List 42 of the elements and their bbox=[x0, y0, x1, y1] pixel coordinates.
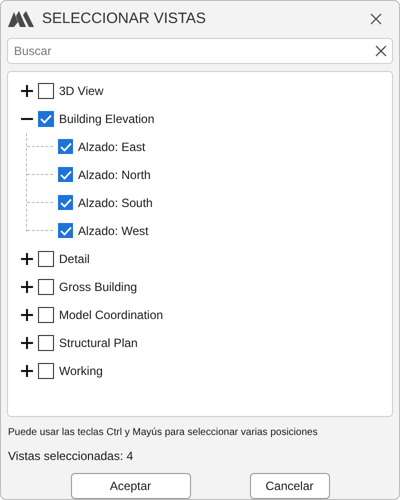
checkmark-icon bbox=[60, 198, 72, 208]
tree-item-label[interactable]: Structural Plan bbox=[59, 334, 138, 352]
search-field[interactable]: Buscar bbox=[7, 38, 393, 64]
expand-icon[interactable] bbox=[21, 84, 33, 97]
checkbox[interactable] bbox=[38, 306, 54, 323]
tree-item-label[interactable]: Model Coordination bbox=[59, 306, 164, 324]
checkbox[interactable] bbox=[58, 195, 73, 210]
selected-count: Vistas seleccionadas: 4 bbox=[7, 448, 134, 465]
hint-text: Puede usar las teclas Ctrl y Mayús para seleccionar varias posiciones bbox=[7, 426, 319, 440]
dialog-button[interactable]: Aceptar bbox=[70, 473, 190, 499]
tree-item-label[interactable]: Gross Building bbox=[59, 278, 138, 296]
checkmark-icon bbox=[60, 226, 72, 236]
tree-item-label[interactable]: 3D View bbox=[59, 82, 104, 100]
tree-item-label[interactable]: Building Elevation bbox=[59, 110, 154, 128]
expand-icon[interactable] bbox=[21, 308, 33, 321]
expand-icon[interactable] bbox=[21, 280, 33, 293]
checkbox[interactable] bbox=[38, 334, 54, 351]
checkbox[interactable] bbox=[38, 82, 54, 99]
tree-item-label[interactable]: Alzado: East bbox=[78, 138, 146, 156]
checkbox[interactable] bbox=[38, 278, 54, 295]
checkbox[interactable] bbox=[58, 139, 73, 154]
checkmark-icon bbox=[60, 142, 72, 152]
tree-item-label[interactable]: Alzado: North bbox=[78, 166, 151, 184]
dialog-button[interactable]: Cancelar bbox=[250, 473, 330, 499]
expand-icon[interactable] bbox=[21, 252, 33, 265]
checkmark-icon bbox=[40, 114, 52, 124]
window-title: SELECCIONAR VISTAS bbox=[42, 9, 207, 30]
tree-item-label[interactable]: Detail bbox=[59, 250, 90, 268]
tree-item-label[interactable]: Alzado: South bbox=[78, 194, 153, 212]
checkmark-icon bbox=[60, 170, 72, 180]
expand-icon[interactable] bbox=[21, 336, 33, 349]
checkbox[interactable] bbox=[58, 167, 73, 182]
checkbox[interactable] bbox=[58, 223, 73, 238]
logo-icon bbox=[8, 10, 34, 28]
checkbox[interactable] bbox=[38, 250, 54, 267]
tree-item-label[interactable]: Working bbox=[59, 362, 103, 380]
checkbox[interactable] bbox=[38, 110, 54, 127]
clear-icon[interactable] bbox=[375, 44, 387, 57]
tree-item-label[interactable]: Alzado: West bbox=[78, 222, 148, 240]
close-icon bbox=[370, 13, 382, 26]
expand-icon[interactable] bbox=[21, 364, 33, 377]
checkbox[interactable] bbox=[38, 362, 54, 379]
